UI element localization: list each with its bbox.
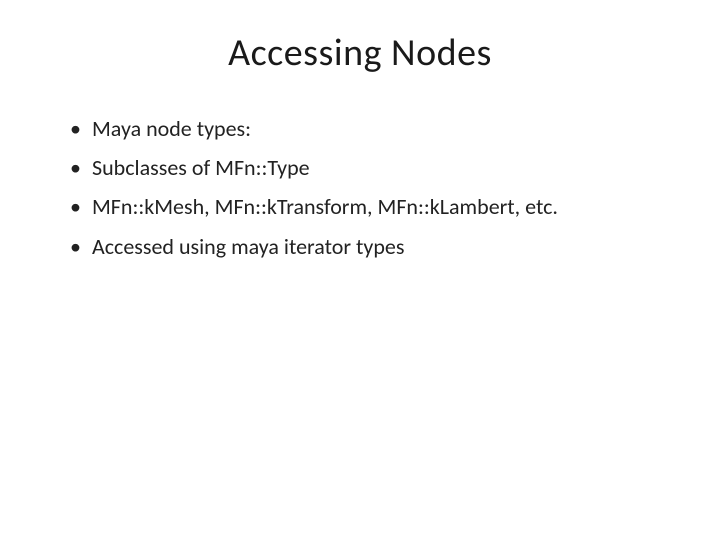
list-item: MFn::kMesh, MFn::kTransform, MFn::kLambe… xyxy=(70,189,660,224)
list-item: Accessed using maya iterator types xyxy=(70,229,660,264)
list-item: Subclasses of MFn::Type xyxy=(70,150,660,185)
bullet-list: Maya node types: Subclasses of MFn::Type… xyxy=(60,111,660,264)
slide-title: Accessing Nodes xyxy=(60,30,660,76)
list-item: Maya node types: xyxy=(70,111,660,146)
